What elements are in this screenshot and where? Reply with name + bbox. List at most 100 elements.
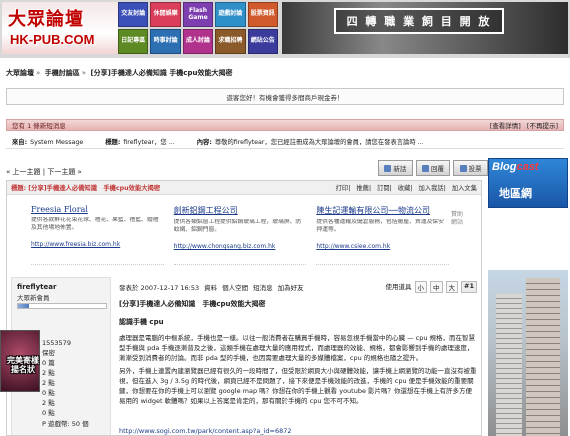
menu-tile[interactable]: 成人討論 [182,29,214,54]
building-photo-ad[interactable] [488,270,568,436]
menu-tile[interactable]: Flash Game [182,2,214,27]
post-subject: [分享]手機達人必備知識 手機cpu效能大揭密 [119,300,266,308]
print-link[interactable]: 打印 [336,185,349,192]
building-image [496,294,522,436]
notice-banner[interactable]: 遊客您好！有機會獲得多間商戶現金券！ [6,88,564,105]
ad-url[interactable]: http://www.chongsang.biz.com.hk [174,243,307,250]
post-floor-number: #1 [461,281,477,293]
rank-progress-bar [17,303,107,309]
stat-gender: 保密 [42,349,55,358]
message-from: 來自: System Message [12,137,83,146]
post-heading: 認識手機 cpu [119,318,164,326]
post-source-link[interactable]: http://www.sogi.com.tw/park/content.asp?… [119,427,291,435]
next-thread-link[interactable]: 下一主題 » [47,168,82,176]
add-to-collection-link[interactable]: 加入文集 [452,185,477,192]
use-item-link[interactable]: 使用道具 [386,281,412,293]
menu-tile[interactable]: 交友討論 [118,2,149,27]
short-message-link[interactable]: 短消息 [253,282,273,292]
author-rank: 大眾新會員 [17,294,50,302]
add-to-blog-link[interactable]: 加入我話 [419,185,444,192]
ad-title[interactable]: 創新鋁鋼工程公司 [174,205,307,216]
blogcast-ad[interactable]: Blogcast 地區網 [488,158,568,208]
header-menu-grid: 交友討論 休閒娛樂 Flash Game 遊戲討論 股票資訊 日記專區 時事討論… [118,2,278,54]
ad-item[interactable]: 陳生記運輸有限公司──物流公司 提供各種運輸及儲倉服務，包括搬屋、貨運及保安押運… [316,205,450,265]
font-size-large[interactable]: 大 [445,281,459,293]
stat-money: 2 點 [42,399,55,408]
ad-description: 提供各種運輸及儲倉服務，包括搬屋、貨運及保安押運等。 [316,219,444,233]
message-from-value: System Message [30,139,84,146]
menu-tile[interactable]: 股票資訊 [247,2,278,27]
message-row[interactable]: 來自: System Message 標題: fireflytear，您 ... 內… [6,135,564,149]
message-content-value: 尊敬的fireflytear，您已經註冊成為大眾論壇的會員，請您在發表言論時 .… [214,139,424,146]
poll-icon [459,164,467,172]
menu-tile[interactable]: 求職招聘 [215,29,246,54]
site-logo[interactable]: 大眾論壇 HK-PUB.COM [2,2,118,54]
breadcrumb-home-link[interactable]: 大眾論壇 [6,69,34,77]
sponsor-side-label: 贊助網站 [451,211,464,226]
logo-chinese-text: 大眾論壇 [8,9,84,30]
rank-progress-fill [18,304,29,308]
subscribe-link[interactable]: 訂閱 [377,185,390,192]
new-message-title: 您有 1 條新短消息 [12,122,66,130]
new-thread-label: 新話 [393,165,407,173]
favorite-link[interactable]: 收藏 [398,185,411,192]
ad-description: 提供各類鋁窗工程提供鋁鋼玻璃工程，玻璃屏、防蚊網、鋁鋼門窗。 [173,219,302,233]
font-size-small[interactable]: 小 [414,281,428,293]
author-name[interactable]: fireflytear [17,283,56,291]
ad-item[interactable]: Freesia Floral 提供各款鮮花花束花球、禮花、果籃、禮籃、婚禮及其他… [31,205,164,265]
menu-tile[interactable]: 休閒娛樂 [150,2,181,27]
breadcrumb-forum-link[interactable]: 手機討論區 [45,69,80,77]
blank-ad-slot [488,212,568,268]
poll-button[interactable]: 投票 [453,160,489,176]
ad-url[interactable]: http://www.csiee.com.hk [316,243,449,250]
reply-icon [422,164,429,172]
thread-toolbar: 新話 回覆 投票 [378,160,489,176]
stat-donation: 0 點 [42,409,55,418]
sponsored-ads: Freesia Floral 提供各款鮮花花束花球、禮花、果籃、禮籃、婚禮及其他… [31,205,450,265]
blogcast-logo-part: Blog [492,161,517,173]
stat-game-coins: P 遊戲幣: 50 個 [42,419,89,428]
header-banner-ad[interactable]: 四 轉 職 業 飼 目 開 放 [282,2,568,54]
reply-label: 回覆 [431,165,444,173]
floating-ad-text[interactable]: 完美寄樣 揚名狀 [0,356,46,374]
floating-ad-line: 揚名狀 [11,365,35,375]
breadcrumb-thread-subtitle: 手機cpu效能大揭密 [169,69,233,77]
font-size-medium[interactable]: 中 [430,281,443,293]
view-message-link[interactable]: [查看詳情] [490,122,521,130]
ad-title[interactable]: 陳生記運輸有限公司──物流公司 [316,205,449,216]
building-image [526,278,560,436]
message-subject: 標題: fireflytear，您 ... [105,137,175,146]
site-header: 大眾論壇 HK-PUB.COM 交友討論 休閒娛樂 Flash Game 遊戲討… [0,0,570,58]
breadcrumb-separator: » [81,69,87,77]
message-content-label: 內容: [196,139,212,146]
menu-tile[interactable]: 日記專區 [118,29,149,54]
post-date: 發表於 2007-12-17 16:53 [119,284,200,292]
recommend-link[interactable]: 推薦 [356,185,369,192]
post-paragraph: 另外，手機上連置內建瀏覽器已經有很久的一段時間了，但受限於網頁大小與硬體效能，讓… [119,367,477,406]
stat-reputation: 0 點 [42,389,55,398]
ad-url[interactable]: http://www.freesia.biz.com.hk [31,241,164,248]
banner-text: 四 轉 職 業 飼 目 開 放 [334,8,504,34]
ad-item[interactable]: 創新鋁鋼工程公司 提供各類鋁窗工程提供鋁鋼玻璃工程，玻璃屏、防蚊網、鋁鋼門窗。 … [173,205,307,265]
breadcrumb-separator: » [36,69,41,77]
thread-operations: 打印| 推薦| 訂閱| 收藏| 加入我話| 加入文集 [335,185,477,192]
new-thread-button[interactable]: 新話 [378,160,413,176]
blogcast-logo-accent: cast [516,161,539,173]
menu-tile[interactable]: 遊戲討論 [215,2,246,27]
message-content: 內容: 尊敬的fireflytear，您已經註冊成為大眾論壇的會員，請您在發表言論… [197,137,424,146]
dismiss-message-link[interactable]: [不再提示] [527,122,558,130]
reply-button[interactable]: 回覆 [415,160,451,176]
add-friend-link[interactable]: 加為好友 [278,282,304,292]
stat-uid: 1553579 [42,339,71,347]
stat-credits: 2 點 [42,379,55,388]
post-paragraph: 處理器是電腦的中樞系統，手機也是一樣。以往一般消費者在購買手機時，容易忽視手機當… [119,334,476,363]
author-stats: 1553579 保密 0 篇 2 點 2 點 0 點 2 點 0 點 P 遊戲幣… [42,338,108,429]
prev-thread-link[interactable]: « 上一主題 [6,168,41,176]
menu-tile[interactable]: 時事討論 [150,29,181,54]
ad-title[interactable]: Freesia Floral [31,205,164,214]
stat-points: 2 點 [42,369,55,378]
personal-space-link[interactable]: 個人空間 [222,282,248,292]
menu-tile[interactable]: 網站公告 [247,29,278,54]
profile-link[interactable]: 資料 [204,282,217,292]
post-tools: 使用道具 小 中 大 #1 [386,281,477,293]
